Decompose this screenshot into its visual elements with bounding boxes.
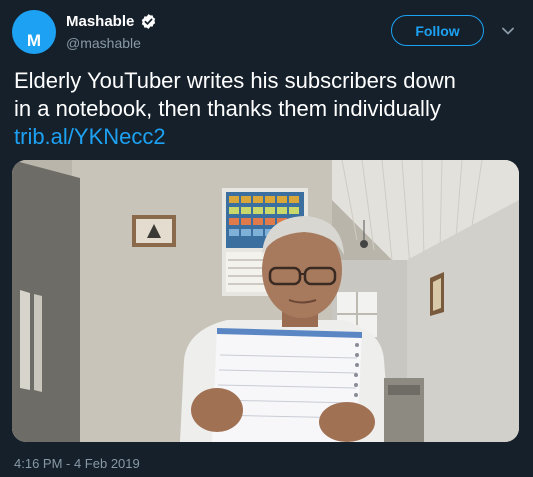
avatar-logo: M [26,31,42,50]
tweet-text-line: Elderly YouTuber writes his subscribers … [14,68,456,93]
tweet-timestamp[interactable]: 4:16 PM - 4 Feb 2019 [14,456,140,471]
author-handle[interactable]: @mashable [66,35,141,51]
chevron-down-icon[interactable] [501,26,515,36]
follow-button[interactable]: Follow [391,15,484,46]
verified-badge-icon [141,14,156,29]
author-display-name[interactable]: Mashable [66,13,134,30]
tweet-text-line: in a notebook, then thanks them individu… [14,96,441,121]
tweet-link[interactable]: trib.al/YKNecc2 [14,123,524,151]
video-frame-image [12,160,519,442]
tweet-card: M Mashable @mashable Follow Elderly YouT… [0,0,533,477]
media-video-thumbnail[interactable] [12,160,519,442]
tweet-text: Elderly YouTuber writes his subscribers … [14,67,524,151]
avatar[interactable]: M [12,10,56,54]
